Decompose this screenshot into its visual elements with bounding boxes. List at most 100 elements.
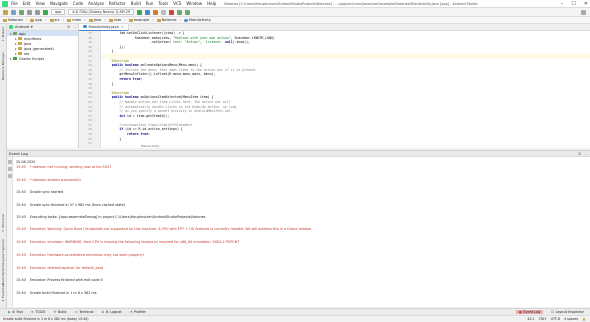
breadcrumb-item[interactable]: Notones xyxy=(3,18,23,22)
log-entry: 15:40 Emulator: Hardware-accelerated emul… xyxy=(16,253,590,266)
menu-code[interactable]: Code xyxy=(73,1,83,6)
close-tab-icon[interactable]: × xyxy=(121,25,124,29)
project-tree: ▸ app ▸ manifests ▸ java ▸ java (generated) ▸ res… xyxy=(7,31,78,61)
log-message[interactable]: Emulator: Warning: Quick Boot / Snapshot… xyxy=(30,227,312,231)
log-message[interactable]: * daemon not running; starting now at tc… xyxy=(30,165,112,169)
tab-terminal[interactable]: ▭ Terminal xyxy=(74,310,93,314)
menu-window[interactable]: Window xyxy=(186,1,202,6)
log-message[interactable]: Emulator: Hardware-accelerated emulation… xyxy=(30,253,144,257)
folder-icon xyxy=(88,18,93,22)
tab-todo[interactable]: ≡ TODO xyxy=(31,310,45,314)
breadcrumb-item[interactable]: main xyxy=(67,18,81,22)
sdk-manager-icon[interactable] xyxy=(185,9,191,15)
menu-view[interactable]: View xyxy=(35,1,45,6)
device-select[interactable]: 4.6 720p (Galaxy Nexus) Q API 29 xyxy=(68,9,135,15)
tab-structure[interactable]: 7: Structure xyxy=(1,214,6,232)
breadcrumb-item[interactable]: java xyxy=(88,18,101,22)
layout-inspector-icon: ⊡ xyxy=(551,310,555,314)
tab-run[interactable]: ▶ 4: Run xyxy=(8,310,23,314)
tab-build[interactable]: ⚒ Build xyxy=(53,310,66,314)
log-time: 15:40 xyxy=(16,202,26,207)
tree-item-label: java (generated) xyxy=(23,46,54,51)
expand-arrow-icon[interactable]: ▸ xyxy=(15,42,17,46)
lock-icon[interactable]: 🔓 xyxy=(582,317,586,321)
tab-profiler[interactable]: ◔ Profiler xyxy=(130,310,146,314)
caret-position[interactable]: 42:1 xyxy=(527,317,534,321)
tree-item-label: java xyxy=(23,41,32,46)
breadcrumb-item[interactable]: com xyxy=(108,18,121,22)
chevron-down-icon[interactable]: ▾ xyxy=(31,25,33,29)
indent-setting[interactable]: 4 spaces xyxy=(564,317,578,321)
menu-refactor[interactable]: Refactor xyxy=(109,1,126,6)
tab-resource-manager[interactable]: Resource Manager xyxy=(1,52,6,80)
menu-file[interactable]: File xyxy=(11,1,18,6)
menu-analyze[interactable]: Analyze xyxy=(88,1,104,6)
save-icon[interactable] xyxy=(11,9,16,15)
filter-icon[interactable] xyxy=(8,174,12,178)
log-message[interactable]: Emulator: deleteSnapshot: for default_bo… xyxy=(30,266,103,270)
build-hammer-icon[interactable] xyxy=(43,9,48,15)
menu-edit[interactable]: Edit xyxy=(23,1,31,6)
settings-gear-icon[interactable]: ⚙ xyxy=(67,25,70,29)
breadcrumb-item[interactable]: MainActivity xyxy=(183,18,211,22)
module-select[interactable]: app xyxy=(51,9,66,15)
breadcrumb-item[interactable]: src xyxy=(49,18,60,22)
menu-help[interactable]: Help xyxy=(207,1,216,6)
menu-navigate[interactable]: Navigate xyxy=(50,1,68,6)
hide-panel-icon[interactable]: – xyxy=(74,25,76,29)
search-icon[interactable] xyxy=(581,9,586,15)
minimize-icon[interactable]: – xyxy=(561,1,564,7)
expand-arrow-icon[interactable]: ▸ xyxy=(10,32,12,36)
expand-arrow-icon[interactable]: ▸ xyxy=(10,57,12,61)
tab-project[interactable]: 1: Project xyxy=(1,27,6,41)
tab-logcat[interactable]: ≣ 6: Logcat xyxy=(101,310,121,314)
hide-panel-icon[interactable]: – xyxy=(585,151,587,156)
open-folder-icon[interactable] xyxy=(3,9,8,15)
log-time: 15:40 xyxy=(16,253,26,257)
folder-icon xyxy=(128,18,133,22)
log-message[interactable]: * daemon started successfully xyxy=(30,178,81,182)
scroll-to-end-icon[interactable] xyxy=(8,167,12,171)
apply-changes-icon[interactable] xyxy=(161,9,167,15)
status-bar: Gradle build finished in 1 m 8 s 382 ms … xyxy=(0,315,590,322)
tab-event-log[interactable]: ● Event Log xyxy=(515,310,544,314)
tree-item[interactable]: ▸ Gradle Scripts xyxy=(7,56,78,61)
maximize-icon[interactable]: ☐ xyxy=(571,1,575,7)
clear-log-icon[interactable] xyxy=(8,160,12,164)
tab-layout-captures[interactable]: Layout Captures xyxy=(1,239,6,264)
project-view-select[interactable]: Android xyxy=(15,25,29,29)
log-time: 15:40 xyxy=(16,290,26,295)
menu-vcs[interactable]: VCS xyxy=(173,1,181,6)
tab-layout-inspector[interactable]: ⊡ Layout Inspector xyxy=(551,310,584,314)
log-entry: 15:40 * daemon started successfully xyxy=(16,178,590,191)
code-editor[interactable]: fab.setOnClickListener((view) -> { Snack… xyxy=(101,31,590,148)
breadcrumb-item[interactable]: app xyxy=(30,18,42,22)
menu-run[interactable]: Run xyxy=(146,1,154,6)
tab-mainactivity[interactable]: MainActivity.java × xyxy=(79,23,129,31)
breadcrumb-item[interactable]: example xyxy=(128,18,149,22)
stop-icon[interactable] xyxy=(169,9,175,15)
folder-icon xyxy=(30,18,35,22)
file-encoding[interactable]: UTF-8 xyxy=(551,317,560,321)
debug-icon[interactable] xyxy=(145,9,151,15)
breadcrumb-item[interactable]: Notones xyxy=(156,18,176,22)
expand-arrow-icon[interactable]: ▸ xyxy=(15,52,17,56)
expand-arrow-icon[interactable]: ▸ xyxy=(15,47,17,51)
log-time: 15:40 xyxy=(16,240,26,244)
tab-build-variants[interactable]: Build Variants xyxy=(1,264,6,285)
expand-arrow-icon[interactable]: ▸ xyxy=(15,37,17,41)
tab-favorites[interactable]: 2: Favorites xyxy=(1,284,6,301)
forward-icon[interactable] xyxy=(35,9,40,15)
run-icon[interactable] xyxy=(137,9,143,15)
menu-tools[interactable]: Tools xyxy=(158,1,168,6)
log-message[interactable]: Emulator: emulator: WARNING: Host CPU is… xyxy=(30,240,240,244)
settings-gear-icon[interactable]: ⚙ xyxy=(578,151,581,156)
line-separator[interactable]: CRLF xyxy=(539,317,547,321)
close-icon[interactable]: ✕ xyxy=(584,1,588,7)
sync-icon[interactable] xyxy=(19,9,24,15)
back-icon[interactable] xyxy=(27,9,32,15)
java-class-icon xyxy=(83,24,87,29)
avd-manager-icon[interactable] xyxy=(177,9,183,15)
menu-build[interactable]: Build xyxy=(131,1,141,6)
profile-icon[interactable] xyxy=(153,9,159,15)
